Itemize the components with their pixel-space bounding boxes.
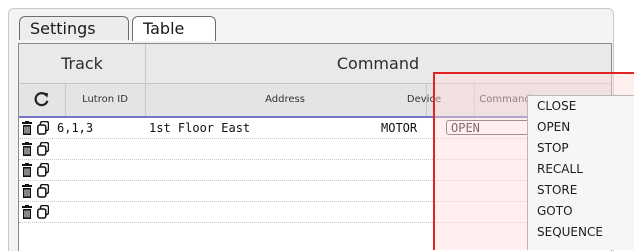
dropdown-option-recall[interactable]: RECALL (528, 159, 634, 180)
column-header-lutron-id[interactable]: Lutron ID (65, 84, 145, 116)
trash-icon[interactable] (21, 184, 33, 198)
tab-table[interactable]: Table (132, 16, 216, 41)
tab-settings-label: Settings (30, 19, 96, 38)
header-divider-icons (65, 84, 66, 116)
dropdown-option-open[interactable]: OPEN (528, 117, 634, 138)
tab-settings[interactable]: Settings (19, 16, 129, 40)
cell-device: MOTOR (381, 121, 418, 135)
cell-lutron-id: 6,1,3 (57, 121, 94, 135)
trash-icon[interactable] (21, 163, 33, 177)
refresh-icon[interactable] (33, 91, 50, 108)
tab-table-label: Table (143, 19, 185, 38)
header-divider-track (145, 44, 146, 116)
trash-icon[interactable] (21, 205, 33, 219)
copy-icon[interactable] (37, 184, 49, 198)
copy-icon[interactable] (37, 163, 49, 177)
header-divider-address (426, 84, 427, 116)
group-header-track: Track (61, 54, 103, 73)
cell-address: 1st Floor East (149, 121, 251, 135)
dropdown-option-stop[interactable]: STOP (528, 138, 634, 159)
copy-icon[interactable] (37, 205, 49, 219)
copy-icon[interactable] (37, 142, 49, 156)
dropdown-option-sequence[interactable]: SEQUENCE (528, 222, 634, 243)
dropdown-option-close[interactable]: CLOSE (528, 96, 634, 117)
command-dropdown: CLOSE OPEN STOP RECALL STORE GOTO SEQUEN… (527, 95, 634, 250)
trash-icon[interactable] (21, 121, 33, 135)
trash-icon[interactable] (21, 142, 33, 156)
dropdown-option-store[interactable]: STORE (528, 180, 634, 201)
copy-icon[interactable] (37, 121, 49, 135)
dropdown-option-goto[interactable]: GOTO (528, 201, 634, 222)
